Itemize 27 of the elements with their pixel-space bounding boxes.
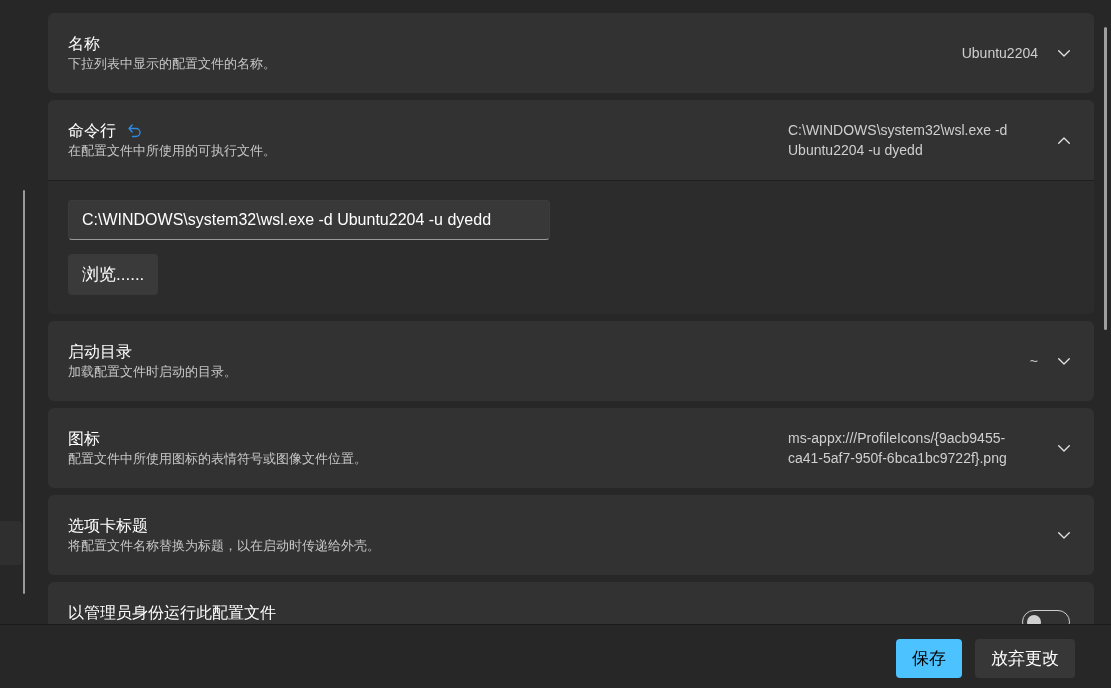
setting-description: 在配置文件中所使用的可执行文件。 xyxy=(68,142,277,160)
chevron-down-icon[interactable] xyxy=(1058,49,1070,57)
setting-value: ms-appx:///ProfileIcons/{9acb9455-ca41-5af7-950f-6bca1bc9722f}.png xyxy=(788,429,1008,468)
setting-value: ~ xyxy=(1029,352,1038,371)
setting-description: 加载配置文件时启动的目录。 xyxy=(68,363,238,381)
setting-title: 名称 xyxy=(68,34,100,54)
setting-title: 启动目录 xyxy=(68,342,132,362)
chevron-down-icon[interactable] xyxy=(1058,531,1070,539)
chevron-up-icon[interactable] xyxy=(1058,136,1070,144)
setting-title: 图标 xyxy=(68,429,100,449)
setting-title: 命令行 xyxy=(68,121,116,141)
chevron-down-icon[interactable] xyxy=(1058,357,1070,365)
chevron-down-icon[interactable] xyxy=(1058,444,1070,452)
setting-description: 下拉列表中显示的配置文件的名称。 xyxy=(68,55,277,73)
save-button[interactable]: 保存 xyxy=(896,639,962,678)
setting-description: 配置文件中所使用图标的表情符号或图像文件位置。 xyxy=(68,450,368,468)
text-field[interactable]: C:\WINDOWS\system32\wsl.exe -d Ubuntu2204 -u dyedd xyxy=(68,200,550,240)
setting-value: Ubuntu2204 xyxy=(961,44,1038,63)
browse-button[interactable]: 浏览...... xyxy=(68,254,159,295)
setting-value: C:\WINDOWS\system32\wsl.exe -d Ubuntu2204 -u dyedd xyxy=(788,121,1009,160)
scrollbar-thumb[interactable] xyxy=(1104,27,1107,330)
discard-button[interactable]: 放弃更改 xyxy=(975,639,1075,678)
scrollbar-thumb[interactable] xyxy=(23,190,25,594)
setting-description: 将配置文件名称替换为标题，以在启动时传递给外壳。 xyxy=(68,537,381,555)
undo-icon[interactable] xyxy=(128,124,141,138)
setting-title: 选项卡标题 xyxy=(68,516,148,536)
setting-title: 以管理员身份运行此配置文件 xyxy=(68,603,276,623)
